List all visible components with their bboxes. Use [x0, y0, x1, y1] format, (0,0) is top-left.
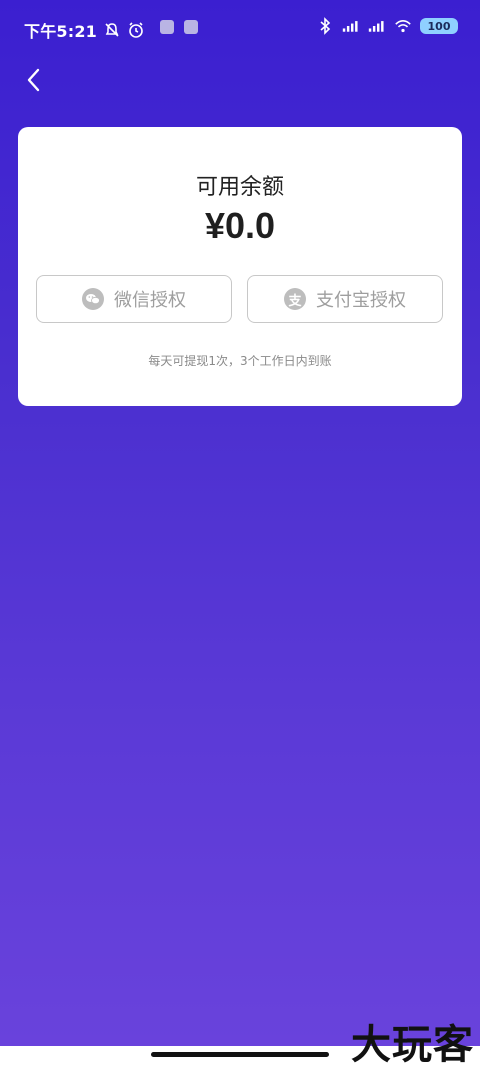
back-button[interactable]: [18, 64, 50, 96]
withdraw-note: 每天可提现1次，3个工作日内到账: [148, 354, 332, 368]
alarm-icon: [127, 21, 145, 39]
alipay-icon: 支: [284, 288, 306, 310]
bluetooth-icon: [316, 17, 334, 35]
wechat-auth-label: 微信授权: [114, 290, 186, 311]
battery-indicator: 100: [420, 18, 458, 34]
balance-amount: ¥0.0: [204, 205, 276, 246]
balance-card: 可用余额 ¥0.0 微信授权 支 支付宝授权 每天可提现1次，3个工作日内到账: [18, 127, 462, 406]
wifi-icon: [394, 17, 412, 35]
status-bar: 下午5:21 100: [0, 0, 480, 56]
alipay-auth-button[interactable]: 支 支付宝授权: [247, 275, 443, 323]
alipay-auth-label: 支付宝授权: [316, 290, 406, 311]
signal-icon: [342, 17, 360, 35]
notification-apps: [160, 20, 198, 34]
wechat-auth-button[interactable]: 微信授权: [36, 275, 232, 323]
bell-off-icon: [103, 21, 121, 39]
app-notification-icon: [160, 20, 174, 34]
wechat-icon: [82, 288, 104, 310]
app-notification-icon: [184, 20, 198, 34]
chevron-left-icon: [27, 68, 40, 92]
status-time: 下午5:21: [24, 22, 97, 41]
signal-icon: [368, 17, 386, 35]
auth-buttons: 微信授权 支 支付宝授权: [36, 275, 444, 325]
status-left: 下午5:21: [24, 18, 145, 42]
watermark: 大玩客: [351, 1022, 474, 1066]
status-right: 100: [316, 17, 458, 35]
balance-label: 可用余额: [195, 174, 284, 199]
home-indicator[interactable]: [151, 1052, 329, 1057]
